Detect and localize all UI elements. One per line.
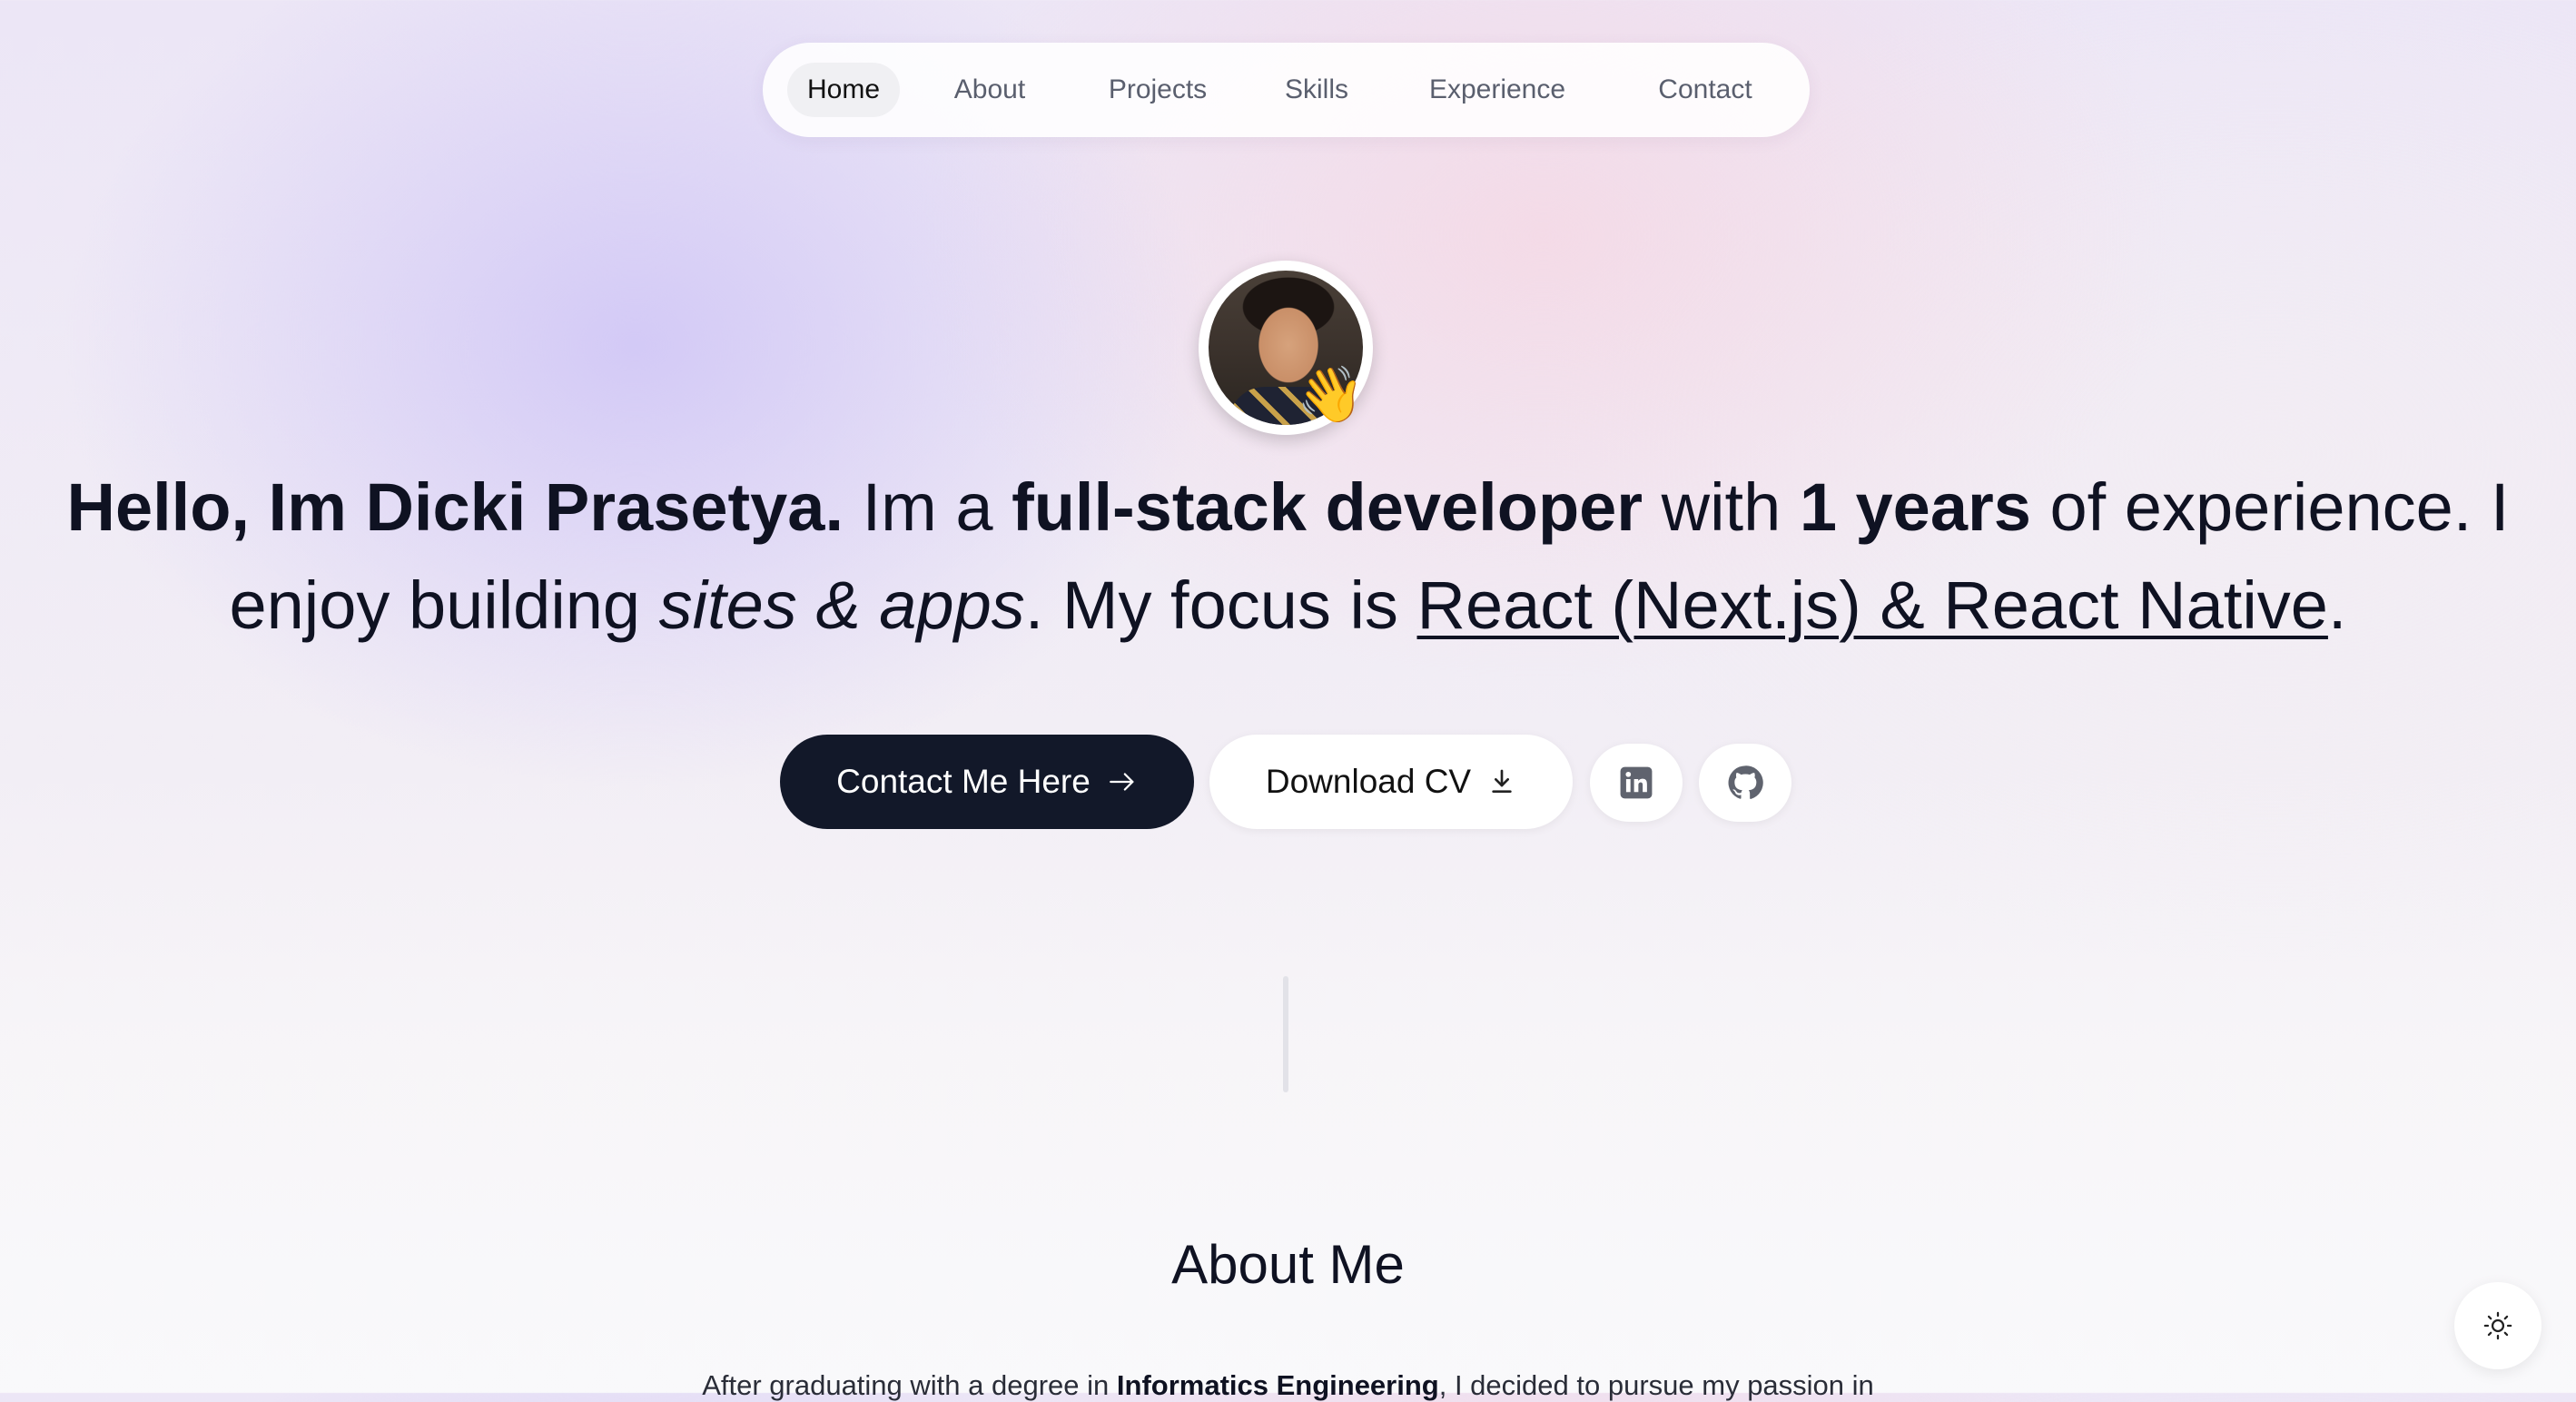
headline-role: full-stack developer xyxy=(1012,469,1643,545)
headline-text-4: . My focus is xyxy=(1024,568,1417,643)
download-cv-button[interactable]: Download CV xyxy=(1209,735,1573,829)
nav-skills[interactable]: Skills xyxy=(1267,63,1367,117)
nav-home[interactable]: Home xyxy=(787,63,900,117)
headline-text-2: with xyxy=(1643,469,1800,545)
top-nav: Home About Projects Skills Experience Co… xyxy=(763,43,1810,137)
headline-end: . xyxy=(2327,568,2347,643)
headline-text-1: Im a xyxy=(844,469,1012,545)
nav-projects[interactable]: Projects xyxy=(1094,63,1221,117)
linkedin-icon xyxy=(1620,766,1653,799)
nav-about[interactable]: About xyxy=(936,63,1043,117)
nav-contact[interactable]: Contact xyxy=(1636,63,1774,117)
sun-icon xyxy=(2483,1311,2512,1340)
arrow-right-icon xyxy=(1109,773,1134,791)
about-text-1: After graduating with a degree in xyxy=(702,1369,1117,1401)
download-cv-label: Download CV xyxy=(1265,763,1472,800)
github-button[interactable] xyxy=(1699,744,1791,822)
section-divider xyxy=(1283,976,1288,1092)
hero-headline: Hello, Im Dicki Prasetya. Im a full-stac… xyxy=(27,459,2549,655)
linkedin-button[interactable] xyxy=(1590,744,1683,822)
github-icon xyxy=(1728,765,1763,799)
about-title: About Me xyxy=(1171,1234,1405,1295)
nav-experience[interactable]: Experience xyxy=(1409,63,1585,117)
download-icon xyxy=(1492,769,1512,793)
headline-name: Hello, Im Dicki Prasetya. xyxy=(66,469,844,545)
avatar: 👋 xyxy=(1199,261,1373,435)
contact-me-label: Contact Me Here xyxy=(836,763,1091,800)
about-text-2: , I decided to pursue my passion in xyxy=(1438,1369,1874,1401)
contact-me-button[interactable]: Contact Me Here xyxy=(780,735,1194,829)
about-degree: Informatics Engineering xyxy=(1116,1369,1439,1401)
headline-tech-link[interactable]: React (Next.js) & React Native xyxy=(1417,568,2328,643)
headline-sites-apps: sites & apps xyxy=(658,568,1025,643)
theme-toggle-button[interactable] xyxy=(2454,1282,2541,1369)
wave-emoji-icon: 👋 xyxy=(1297,363,1365,427)
about-text: After graduating with a degree in Inform… xyxy=(0,1369,2576,1402)
headline-years: 1 years xyxy=(1799,469,2031,545)
